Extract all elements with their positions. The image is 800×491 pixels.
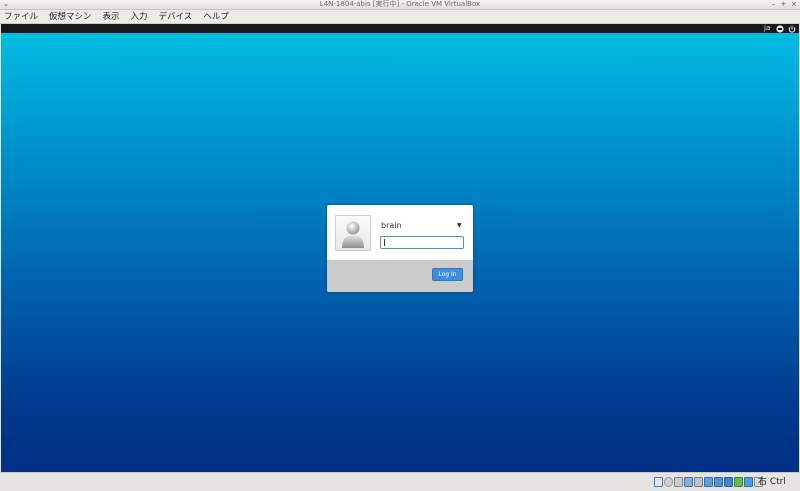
- network-icon[interactable]: [776, 24, 784, 33]
- login-dialog: brain ▼ Log In: [327, 205, 473, 292]
- hard-disk-icon[interactable]: [654, 477, 663, 487]
- password-input[interactable]: [380, 236, 464, 249]
- window-title: L4N-1804-abis [実行中] - Oracle VM VirtualB…: [319, 0, 481, 8]
- power-icon[interactable]: [788, 24, 796, 33]
- user-dropdown-icon[interactable]: ▼: [457, 221, 462, 231]
- mouse-integration-icon[interactable]: [744, 477, 753, 487]
- user-avatar: [335, 215, 371, 251]
- window-titlebar[interactable]: ⌄ L4N-1804-abis [実行中] - Oracle VM Virtua…: [0, 0, 800, 10]
- window-controls: – + ×: [772, 0, 797, 9]
- menu-machine[interactable]: 仮想マシン: [49, 10, 92, 24]
- maximize-button[interactable]: +: [780, 0, 786, 9]
- guest-top-panel: ja: [1, 24, 799, 33]
- username-label[interactable]: brain: [381, 221, 402, 231]
- close-button[interactable]: ×: [791, 0, 797, 9]
- text-caret: [384, 239, 385, 246]
- minimize-button[interactable]: –: [772, 0, 776, 9]
- display-icon[interactable]: [714, 477, 723, 487]
- optical-drive-icon[interactable]: [664, 477, 673, 487]
- status-icons: [654, 477, 763, 487]
- menu-view[interactable]: 表示: [103, 10, 120, 24]
- statusbar: 右 Ctrl: [0, 472, 800, 491]
- menu-help[interactable]: ヘルプ: [203, 10, 229, 24]
- login-button[interactable]: Log In: [432, 268, 463, 281]
- usb-icon[interactable]: [694, 477, 703, 487]
- guest-display[interactable]: ja brain ▼ Log In: [1, 24, 799, 472]
- audio-icon[interactable]: [674, 477, 683, 487]
- menu-devices[interactable]: デバイス: [159, 10, 193, 24]
- recording-icon[interactable]: [724, 477, 733, 487]
- user-silhouette-icon: [342, 221, 364, 248]
- menu-input[interactable]: 入力: [131, 10, 148, 24]
- host-key-label: 右 Ctrl: [758, 477, 786, 487]
- keyboard-layout-indicator[interactable]: ja: [764, 24, 770, 33]
- cpu-icon[interactable]: [734, 477, 743, 487]
- shared-folders-icon[interactable]: [704, 477, 713, 487]
- menu-file[interactable]: ファイル: [4, 10, 38, 24]
- menubar: ファイル 仮想マシン 表示 入力 デバイス ヘルプ: [0, 10, 800, 24]
- network-icon[interactable]: [684, 477, 693, 487]
